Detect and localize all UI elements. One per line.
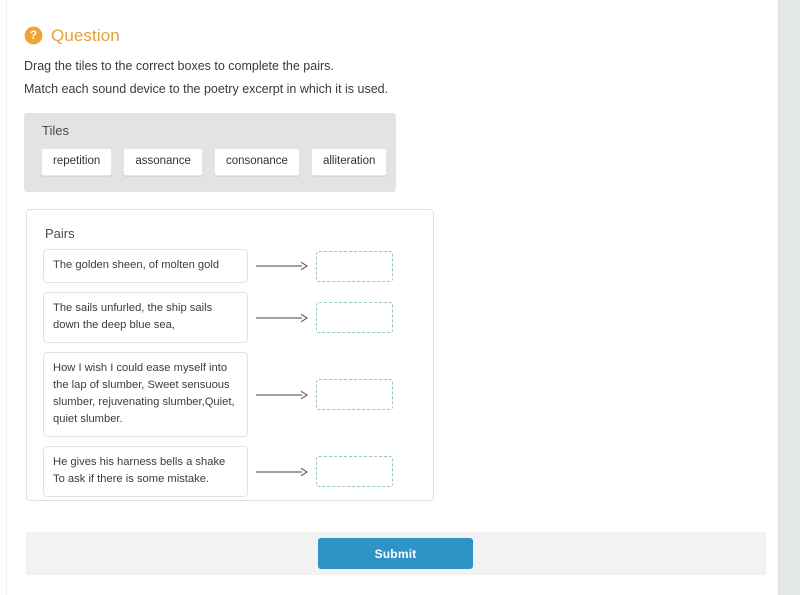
- vertical-scrollbar[interactable]: [778, 0, 800, 595]
- arrow-right-icon: [248, 312, 316, 324]
- question-page: ? Question Drag the tiles to the correct…: [0, 0, 778, 595]
- pairs-list: The golden sheen, of molten gold The sai…: [43, 249, 423, 506]
- pairs-heading: Pairs: [45, 226, 75, 241]
- tile-alliteration[interactable]: alliteration: [310, 148, 388, 176]
- pair-excerpt-3: How I wish I could ease myself into the …: [43, 352, 248, 437]
- tile-consonance[interactable]: consonance: [213, 148, 300, 176]
- drop-zone-1[interactable]: [316, 250, 393, 282]
- instruction-line-2: Match each sound device to the poetry ex…: [24, 82, 389, 96]
- tiles-heading: Tiles: [42, 123, 69, 138]
- tiles-row: repetition assonance consonance allitera…: [41, 148, 388, 176]
- svg-text:?: ?: [30, 30, 37, 42]
- arrow-right-icon: [248, 389, 316, 401]
- pair-row: The sails unfurled, the ship sails down …: [43, 292, 423, 343]
- pair-row: How I wish I could ease myself into the …: [43, 352, 423, 437]
- tile-repetition[interactable]: repetition: [41, 148, 113, 176]
- tile-assonance[interactable]: assonance: [123, 148, 203, 176]
- question-header: ? Question: [24, 26, 120, 45]
- tiles-panel: Tiles repetition assonance consonance al…: [24, 113, 396, 192]
- arrow-right-icon: [248, 466, 316, 478]
- left-edge-rule: [6, 0, 7, 595]
- pair-excerpt-2: The sails unfurled, the ship sails down …: [43, 292, 248, 343]
- submit-button[interactable]: Submit: [318, 538, 473, 569]
- pair-row: The golden sheen, of molten gold: [43, 249, 423, 283]
- pair-row: He gives his harness bells a shake To as…: [43, 446, 423, 497]
- arrow-right-icon: [248, 260, 316, 272]
- pair-excerpt-1: The golden sheen, of molten gold: [43, 249, 248, 283]
- pairs-panel: Pairs The golden sheen, of molten gold T…: [26, 209, 434, 501]
- instruction-line-1: Drag the tiles to the correct boxes to c…: [24, 59, 334, 73]
- page-title: Question: [51, 26, 120, 45]
- drop-zone-4[interactable]: [316, 456, 393, 487]
- question-mark-circle-icon: ?: [24, 26, 43, 45]
- drop-zone-2[interactable]: [316, 302, 393, 333]
- drop-zone-3[interactable]: [316, 379, 393, 410]
- pair-excerpt-4: He gives his harness bells a shake To as…: [43, 446, 248, 497]
- footer-bar: Submit: [26, 532, 766, 575]
